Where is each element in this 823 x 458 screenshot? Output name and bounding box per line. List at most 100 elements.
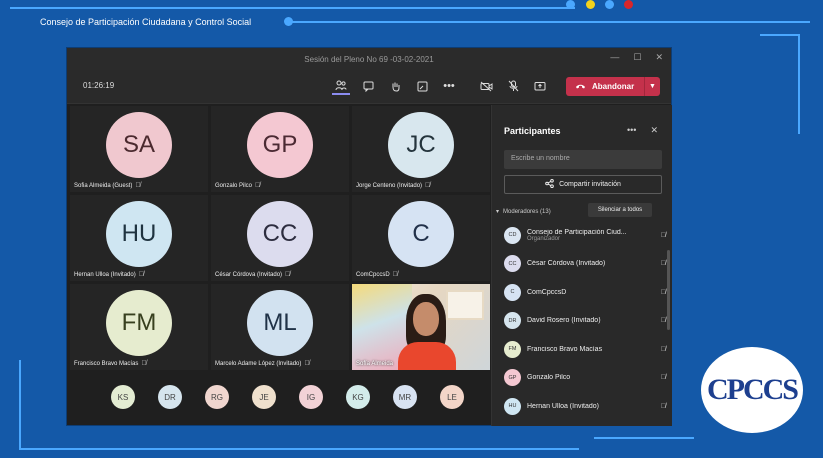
person-face [413,302,439,336]
org-title: Consejo de Participación Ciudadana y Con… [40,17,252,27]
decor-dot-blue-2 [605,0,614,9]
participant-row[interactable]: HU Hernan Ulloa (Invitado) 🎙̸ [504,392,666,421]
mic-off-icon[interactable]: 🎙̸ [661,346,666,353]
mic-off-icon: 🎙̸ [425,182,431,189]
tile-name: Jorge Centeno (Invitado) [356,182,423,189]
mic-off-icon[interactable]: 🎙̸ [661,260,666,267]
mic-off-icon[interactable]: 🎙̸ [661,317,666,324]
mic-off-icon[interactable]: 🎙̸ [661,232,666,239]
more-icon[interactable]: ••• [440,77,458,95]
mic-off-icon: 🎙̸ [392,271,398,278]
video-tile[interactable]: SA Sofia Almeida (Guest) 🎙̸ [70,106,208,192]
participant-name: ComCpccsD [527,288,567,296]
avatar[interactable]: JE [252,385,276,409]
avatar: CC [247,201,313,267]
moderators-label: Moderadores (13) [503,208,551,215]
participant-name: Hernan Ulloa (Invitado) [527,402,599,410]
participant-name: Francisco Bravo Macías [527,345,603,353]
video-tile[interactable]: CC César Córdova (Invitado) 🎙̸ [211,195,349,281]
minimize-button[interactable]: — [610,52,619,63]
panel-scrollbar[interactable] [667,250,670,330]
avatar: HU [504,397,521,415]
mute-all-button[interactable]: Silenciar a todos [588,203,652,217]
avatar[interactable]: MR [393,385,417,409]
window-titlebar: Sesión del Pleno No 69 -03-02-2021 — ☐ ✕ [67,48,671,70]
avatar[interactable]: KS [111,385,135,409]
video-tile-camera[interactable]: Sofía Almeida [352,284,490,370]
meeting-title: Sesión del Pleno No 69 -03-02-2021 [304,54,434,64]
mic-off-icon[interactable]: 🎙̸ [661,374,666,381]
chevron-down-icon[interactable]: ▼ [644,77,660,96]
avatar: ML [247,290,313,356]
chevron-down-icon: ▾ [496,209,500,215]
tile-name: Sofía Almeida [356,361,394,367]
close-icon[interactable]: ✕ [650,125,658,136]
participants-icon[interactable] [332,77,350,95]
participant-list: CD Consejo de Participación Ciud... Orga… [504,221,666,421]
share-icon [545,179,554,190]
participant-row[interactable]: GP Gonzalo Pilco 🎙̸ [504,364,666,393]
moderators-header[interactable]: ▾ Moderadores (13) [496,208,551,216]
decor-dot-red [624,0,633,9]
avatar: CD [504,226,521,244]
more-icon[interactable]: ••• [627,125,636,136]
video-tile[interactable]: GP Gonzalo Pilco 🎙̸ [211,106,349,192]
avatar[interactable]: RG [205,385,229,409]
avatar: FM [106,290,172,356]
decor-dot-line [284,17,293,26]
participant-name: César Córdova (Invitado) [527,260,606,268]
chat-icon[interactable] [359,77,377,95]
frame-line-top [290,21,810,23]
mic-off-icon[interactable]: 🎙̸ [661,403,666,410]
frame-line-bottom [19,448,579,450]
close-button[interactable]: ✕ [655,52,663,63]
avatar[interactable]: IG [299,385,323,409]
mic-off-icon: 🎙̸ [138,271,144,278]
participant-name: David Rosero (Invitado) [527,317,601,325]
participant-row[interactable]: FM Francisco Bravo Macías 🎙̸ [504,335,666,364]
avatar[interactable]: DR [158,385,182,409]
search-input[interactable]: Escribe un nombre [504,150,662,169]
frame-line-bottom-right [594,437,694,439]
avatar[interactable]: LE [440,385,464,409]
avatar: GP [247,112,313,178]
leave-button[interactable]: Abandonar ▼ [566,77,660,96]
tile-name: ComCpccsD [356,271,390,278]
maximize-button[interactable]: ☐ [633,52,641,63]
mic-off-icon[interactable]: 🎙̸ [661,289,666,296]
avatar: SA [106,112,172,178]
participant-row[interactable]: CD Consejo de Participación Ciud... Orga… [504,221,666,250]
share-invite-button[interactable]: Compartir invitación [504,175,662,194]
video-tile[interactable]: C ComCpccsD 🎙̸ [352,195,490,281]
mic-off-icon: 🎙̸ [135,182,141,189]
mic-off-icon: 🎙̸ [255,182,261,189]
share-tray-icon[interactable] [413,77,431,95]
tile-name: Marcelo Adame López (Invitado) [215,360,302,367]
camera-off-icon[interactable] [477,77,495,95]
decor-dot-blue [566,0,575,9]
participant-row[interactable]: CC César Córdova (Invitado) 🎙̸ [504,250,666,279]
participant-row[interactable]: C ComCpccsD 🎙̸ [504,278,666,307]
share-invite-label: Compartir invitación [559,181,621,188]
tile-name: Francisco Bravo Macías [74,360,139,367]
mic-off-icon: 🎙̸ [141,360,147,367]
avatar: FM [504,340,521,358]
avatar: HU [106,201,172,267]
mic-off-icon[interactable] [504,77,522,95]
background-frame [446,290,484,320]
video-tile[interactable]: ML Marcelo Adame López (Invitado) 🎙̸ [211,284,349,370]
video-tile[interactable]: HU Hernan Ulloa (Invitado) 🎙̸ [70,195,208,281]
logo-text: CPCCS [706,373,799,406]
avatar: GP [504,369,521,387]
video-grid: SA Sofia Almeida (Guest) 🎙̸ GP Gonzalo Pi… [70,106,490,372]
video-tile[interactable]: FM Francisco Bravo Macías 🎙̸ [70,284,208,370]
raise-hand-icon[interactable] [386,77,404,95]
frame-line-left [19,360,21,450]
share-screen-icon[interactable] [531,77,549,95]
participants-panel: Participantes ••• ✕ Escribe un nombre Co… [491,105,672,426]
avatar: C [388,201,454,267]
video-tile[interactable]: JC Jorge Centeno (Invitado) 🎙̸ [352,106,490,192]
participant-row[interactable]: DR David Rosero (Invitado) 🎙̸ [504,307,666,336]
avatar[interactable]: KG [346,385,370,409]
frame-line-right [798,34,800,134]
